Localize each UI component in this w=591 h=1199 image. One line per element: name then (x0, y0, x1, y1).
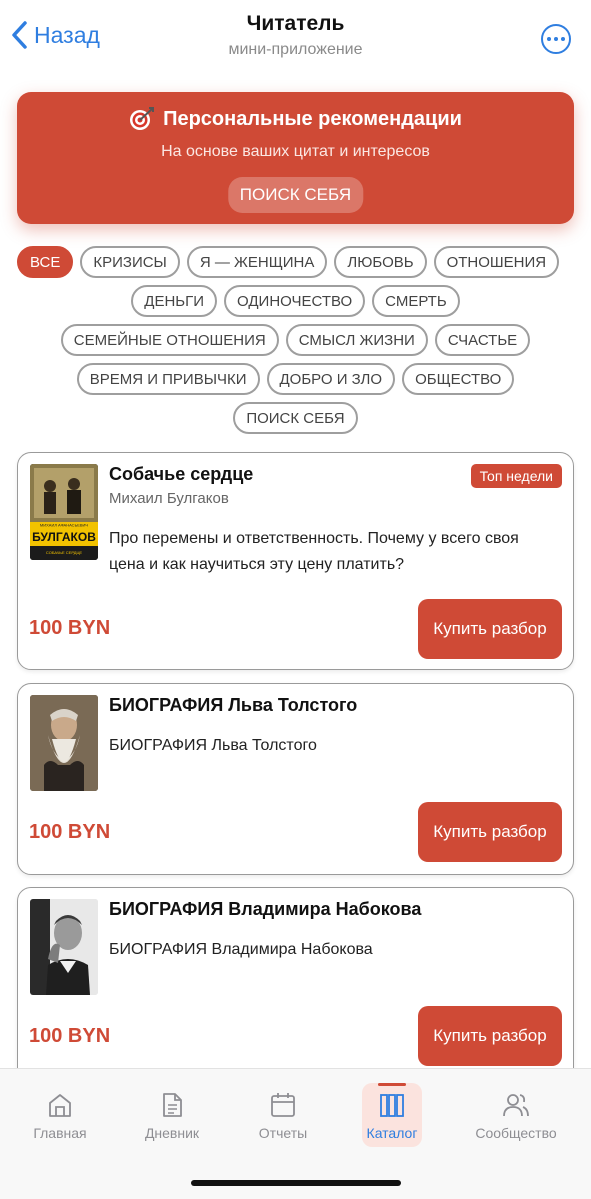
tab-label: Каталог (366, 1125, 418, 1141)
tag-loneliness[interactable]: ОДИНОЧЕСТВО (224, 285, 366, 317)
banner-title: Персональные рекомендации (163, 107, 462, 130)
book-description: БИОГРАФИЯ Льва Толстого (109, 737, 317, 754)
book-price: 100 BYN (29, 1025, 111, 1047)
tag-filters: ВСЕ КРИЗИСЫ Я — ЖЕНЩИНА ЛЮБОВЬ ОТНОШЕНИЯ… (10, 246, 581, 441)
banner-title-row: Персональные рекомендации (17, 106, 574, 132)
book-cover-image: МИХАИЛ АФАНАСЬЕВИЧ БУЛГАКОВ СОБАЧЬЕ СЕРД… (30, 464, 98, 560)
tag-row: ДЕНЬГИ ОДИНОЧЕСТВО СМЕРТЬ (10, 285, 581, 317)
tag-happiness[interactable]: СЧАСТЬЕ (434, 324, 531, 356)
tolstoy-portrait-image (30, 695, 98, 791)
more-dot (561, 37, 565, 41)
tag-crises[interactable]: КРИЗИСЫ (80, 246, 180, 278)
book-title: БИОГРАФИЯ Льва Толстого (109, 695, 358, 715)
tab-reports[interactable]: Отчеты (233, 1083, 333, 1147)
more-dot (554, 37, 558, 41)
tab-home[interactable]: Главная (10, 1083, 110, 1147)
book-card[interactable]: БИОГРАФИЯ Льва Толстого БИОГРАФИЯ Льва Т… (17, 683, 574, 875)
document-icon (163, 1093, 182, 1117)
calendar-icon (271, 1093, 295, 1117)
tag-meaning-of-life[interactable]: СМЫСЛ ЖИЗНИ (285, 324, 428, 356)
tab-catalog[interactable]: Каталог (362, 1083, 422, 1147)
page-subtitle: мини-приложение (228, 41, 363, 58)
more-options-button[interactable] (541, 24, 571, 54)
home-icon (49, 1094, 71, 1117)
books-icon (380, 1094, 404, 1117)
tag-death[interactable]: СМЕРТЬ (372, 285, 460, 317)
book-description: БИОГРАФИЯ Владимира Набокова (109, 941, 373, 958)
tag-row: ВРЕМЯ И ПРИВЫЧКИ ДОБРО И ЗЛО ОБЩЕСТВО (10, 363, 581, 395)
home-indicator (191, 1180, 401, 1186)
tag-all[interactable]: ВСЕ (17, 246, 74, 278)
tag-love[interactable]: ЛЮБОВЬ (334, 246, 427, 278)
header: Назад Читатель мини-приложение (0, 0, 591, 80)
cover-name: БУЛГАКОВ (32, 530, 96, 544)
top-week-badge: Топ недели (470, 464, 562, 488)
tag-time-and-habits[interactable]: ВРЕМЯ И ПРИВЫЧКИ (76, 363, 260, 395)
nabokov-portrait-image (30, 899, 98, 995)
tab-diary[interactable]: Дневник (122, 1083, 222, 1147)
tag-i-am-woman[interactable]: Я — ЖЕНЩИНА (186, 246, 328, 278)
book-description: Про перемены и ответственность. Почему у… (109, 530, 519, 573)
tag-family-relationships[interactable]: СЕМЕЙНЫЕ ОТНОШЕНИЯ (60, 324, 279, 356)
tab-label: Дневник (144, 1125, 200, 1141)
book-title: БИОГРАФИЯ Владимира Набокова (109, 899, 422, 919)
more-dot (547, 37, 551, 41)
buy-review-button[interactable]: Купить разбор (418, 1006, 562, 1066)
tag-money[interactable]: ДЕНЬГИ (131, 285, 218, 317)
target-icon (130, 107, 155, 130)
tag-row: ВСЕ КРИЗИСЫ Я — ЖЕНЩИНА ЛЮБОВЬ ОТНОШЕНИЯ (10, 246, 581, 278)
book-title: Собачье сердце (109, 464, 254, 484)
book-price: 100 BYN (29, 617, 111, 639)
recommendations-banner[interactable]: Персональные рекомендации На основе ваши… (17, 92, 574, 224)
cover-book: СОБАЧЬЕ СЕРДЦЕ (46, 550, 83, 555)
buy-review-button[interactable]: Купить разбор (418, 599, 562, 659)
tag-row: СЕМЕЙНЫЕ ОТНОШЕНИЯ СМЫСЛ ЖИЗНИ СЧАСТЬЕ (10, 324, 581, 356)
tab-community[interactable]: Сообщество (466, 1083, 566, 1147)
tag-society[interactable]: ОБЩЕСТВО (402, 363, 515, 395)
banner-subtitle: На основе ваших цитат и интересов (161, 143, 430, 160)
book-card[interactable]: БИОГРАФИЯ Владимира Набокова БИОГРАФИЯ В… (17, 887, 574, 1087)
book-price: 100 BYN (29, 821, 111, 843)
page-title: Читатель (246, 12, 345, 35)
tab-label: Сообщество (475, 1125, 557, 1141)
book-card[interactable]: МИХАИЛ АФАНАСЬЕВИЧ БУЛГАКОВ СОБАЧЬЕ СЕРД… (17, 452, 574, 670)
tag-good-and-evil[interactable]: ДОБРО И ЗЛО (266, 363, 396, 395)
cover-author: МИХАИЛ АФАНАСЬЕВИЧ (40, 523, 89, 528)
tag-relationships[interactable]: ОТНОШЕНИЯ (433, 246, 560, 278)
banner-chip[interactable]: ПОИСК СЕБЯ (227, 177, 364, 213)
buy-review-button[interactable]: Купить разбор (418, 802, 562, 862)
tab-label: Главная (33, 1125, 87, 1141)
book-author: Михаил Булгаков (109, 490, 229, 507)
people-icon (503, 1094, 529, 1117)
tag-row: ПОИСК СЕБЯ (10, 402, 581, 434)
tag-self-search[interactable]: ПОИСК СЕБЯ (233, 402, 358, 434)
tab-label: Отчеты (258, 1125, 308, 1141)
